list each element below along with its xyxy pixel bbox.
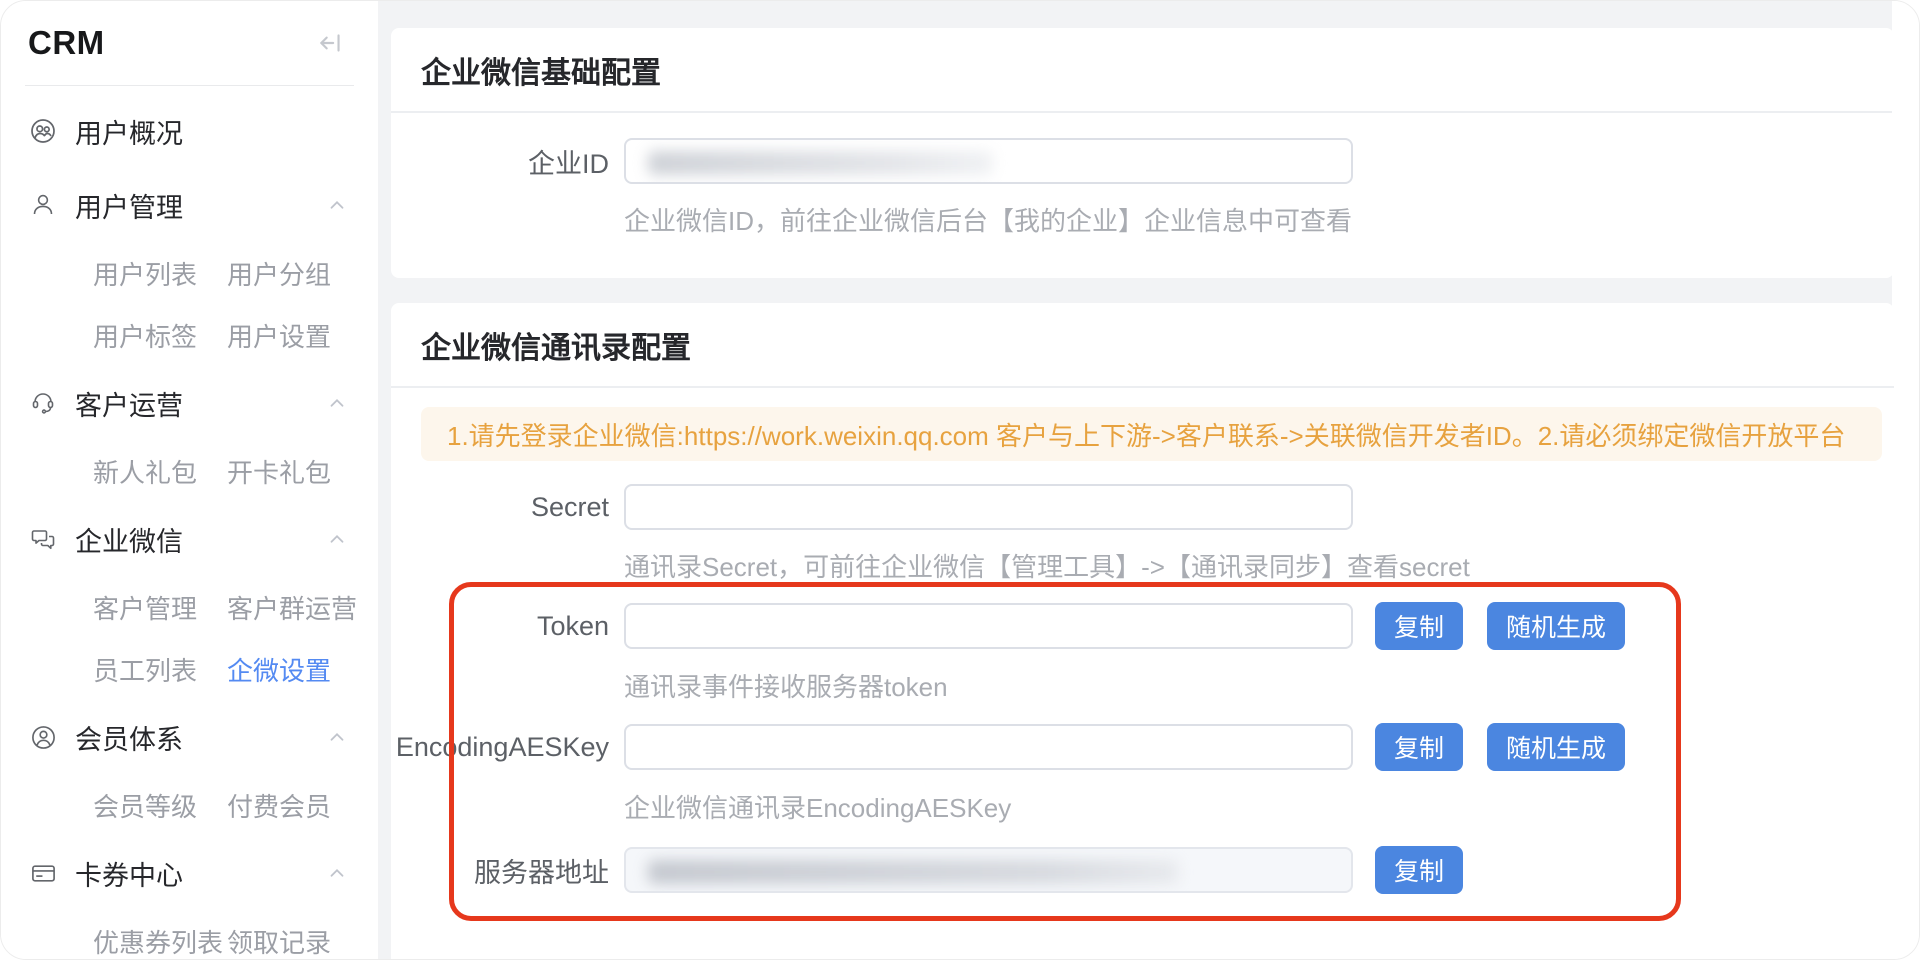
server-url-input	[624, 847, 1353, 893]
wechat-work-icon	[28, 524, 58, 554]
sidebar-item-staff-list[interactable]: 员工列表	[1, 651, 227, 688]
sidebar-item-membership[interactable]: 会员体系	[1, 700, 378, 774]
aes-key-label: EncodingAESKey	[391, 732, 624, 763]
chevron-up-icon	[326, 862, 348, 884]
sidebar-subrow: 新人礼包 开卡礼包	[1, 440, 378, 502]
users-overview-icon	[28, 116, 58, 146]
collapse-arrow-icon	[317, 29, 345, 57]
sidebar-item-user-management[interactable]: 用户管理	[1, 168, 378, 242]
sidebar-collapse-button[interactable]	[316, 28, 346, 58]
sidebar-item-coupon-list[interactable]: 优惠券列表	[1, 923, 227, 960]
sidebar-item-user-settings[interactable]: 用户设置	[227, 317, 331, 354]
masked-server-url-value	[648, 860, 1178, 884]
sidebar-item-label: 用户概况	[75, 112, 183, 151]
aes-key-copy-button[interactable]: 复制	[1375, 723, 1463, 771]
sidebar-item-customer-ops[interactable]: 客户运营	[1, 366, 378, 440]
server-url-label: 服务器地址	[391, 851, 624, 890]
sidebar-subrow: 用户列表 用户分组	[1, 242, 378, 304]
sidebar-header: CRM	[1, 1, 378, 85]
sidebar-subrow: 员工列表 企微设置	[1, 638, 378, 700]
corp-id-label: 企业ID	[391, 142, 624, 181]
user-icon	[28, 190, 58, 220]
sidebar-item-coupon-center[interactable]: 卡券中心	[1, 836, 378, 910]
sidebar: CRM	[1, 1, 378, 959]
sidebar-item-customer-management[interactable]: 客户管理	[1, 589, 227, 626]
sidebar-subrow: 用户标签 用户设置	[1, 304, 378, 366]
sidebar-menu: 用户概况 用户管理 用户列表 用户分组 用户标	[1, 86, 378, 960]
main-content: 企业微信基础配置 企业ID 企业微信ID，前往企业微信后台【我的企业】企业信息中…	[378, 1, 1892, 959]
sidebar-subrow: 优惠券列表 领取记录	[1, 910, 378, 960]
secret-row: Secret	[391, 484, 1894, 530]
notice-banner: 1.请先登录企业微信:https://work.weixin.qq.com 客户…	[421, 407, 1882, 461]
sidebar-item-label: 会员体系	[75, 718, 183, 757]
server-url-row: 服务器地址 复制	[391, 846, 1894, 894]
aes-key-help: 企业微信通讯录EncodingAESKey	[624, 793, 1894, 823]
app-window: CRM	[0, 0, 1920, 960]
sidebar-item-newcomer-pack[interactable]: 新人礼包	[1, 453, 227, 490]
aes-key-input[interactable]	[624, 724, 1353, 770]
sidebar-subrow: 客户管理 客户群运营	[1, 576, 378, 638]
sidebar-item-paid-member[interactable]: 付费会员	[227, 787, 331, 824]
server-url-copy-button[interactable]: 复制	[1375, 846, 1463, 894]
sidebar-item-label: 企业微信	[75, 520, 183, 559]
secret-input[interactable]	[624, 484, 1353, 530]
sidebar-item-card-pack[interactable]: 开卡礼包	[227, 453, 331, 490]
sidebar-item-customer-group-ops[interactable]: 客户群运营	[227, 589, 357, 626]
sidebar-item-user-tag[interactable]: 用户标签	[1, 317, 227, 354]
corp-id-input[interactable]	[624, 138, 1353, 184]
secret-help: 通讯录Secret，可前往企业微信【管理工具】->【通讯录同步】查看secret	[624, 552, 1894, 582]
customer-ops-icon	[28, 388, 58, 418]
sidebar-item-label: 用户管理	[75, 186, 183, 225]
basic-config-title: 企业微信基础配置	[391, 28, 1894, 113]
sidebar-item-claim-records[interactable]: 领取记录	[227, 923, 331, 960]
token-row: Token 复制 随机生成	[391, 602, 1894, 650]
chevron-up-icon	[326, 194, 348, 216]
sidebar-item-user-overview[interactable]: 用户概况	[1, 94, 378, 168]
right-margin-strip	[1892, 1, 1919, 959]
sidebar-item-wecom-settings-active[interactable]: 企微设置	[227, 651, 331, 688]
chevron-up-icon	[326, 392, 348, 414]
token-label: Token	[391, 611, 624, 642]
chevron-up-icon	[326, 726, 348, 748]
basic-config-card: 企业微信基础配置 企业ID 企业微信ID，前往企业微信后台【我的企业】企业信息中…	[391, 28, 1894, 278]
token-input[interactable]	[624, 603, 1353, 649]
corp-id-row: 企业ID	[391, 138, 1894, 184]
token-copy-button[interactable]: 复制	[1375, 602, 1463, 650]
masked-corp-id-value	[648, 151, 993, 175]
sidebar-item-user-group[interactable]: 用户分组	[227, 255, 331, 292]
app-logo: CRM	[28, 24, 105, 62]
contacts-config-title: 企业微信通讯录配置	[391, 303, 1894, 388]
sidebar-item-label: 卡券中心	[75, 854, 183, 893]
sidebar-subrow: 会员等级 付费会员	[1, 774, 378, 836]
card-coupon-icon	[28, 858, 58, 888]
aes-key-row: EncodingAESKey 复制 随机生成	[391, 723, 1894, 771]
token-help: 通讯录事件接收服务器token	[624, 672, 1894, 702]
sidebar-item-label: 客户运营	[75, 384, 183, 423]
token-random-generate-button[interactable]: 随机生成	[1487, 602, 1625, 650]
contacts-config-card: 企业微信通讯录配置 1.请先登录企业微信:https://work.weixin…	[391, 303, 1894, 959]
sidebar-item-user-list[interactable]: 用户列表	[1, 255, 227, 292]
secret-label: Secret	[391, 492, 624, 523]
chevron-up-icon	[326, 528, 348, 550]
sidebar-item-member-level[interactable]: 会员等级	[1, 787, 227, 824]
aes-key-random-generate-button[interactable]: 随机生成	[1487, 723, 1625, 771]
sidebar-item-wechat-work[interactable]: 企业微信	[1, 502, 378, 576]
member-icon	[28, 722, 58, 752]
corp-id-help: 企业微信ID，前往企业微信后台【我的企业】企业信息中可查看	[624, 206, 1894, 236]
